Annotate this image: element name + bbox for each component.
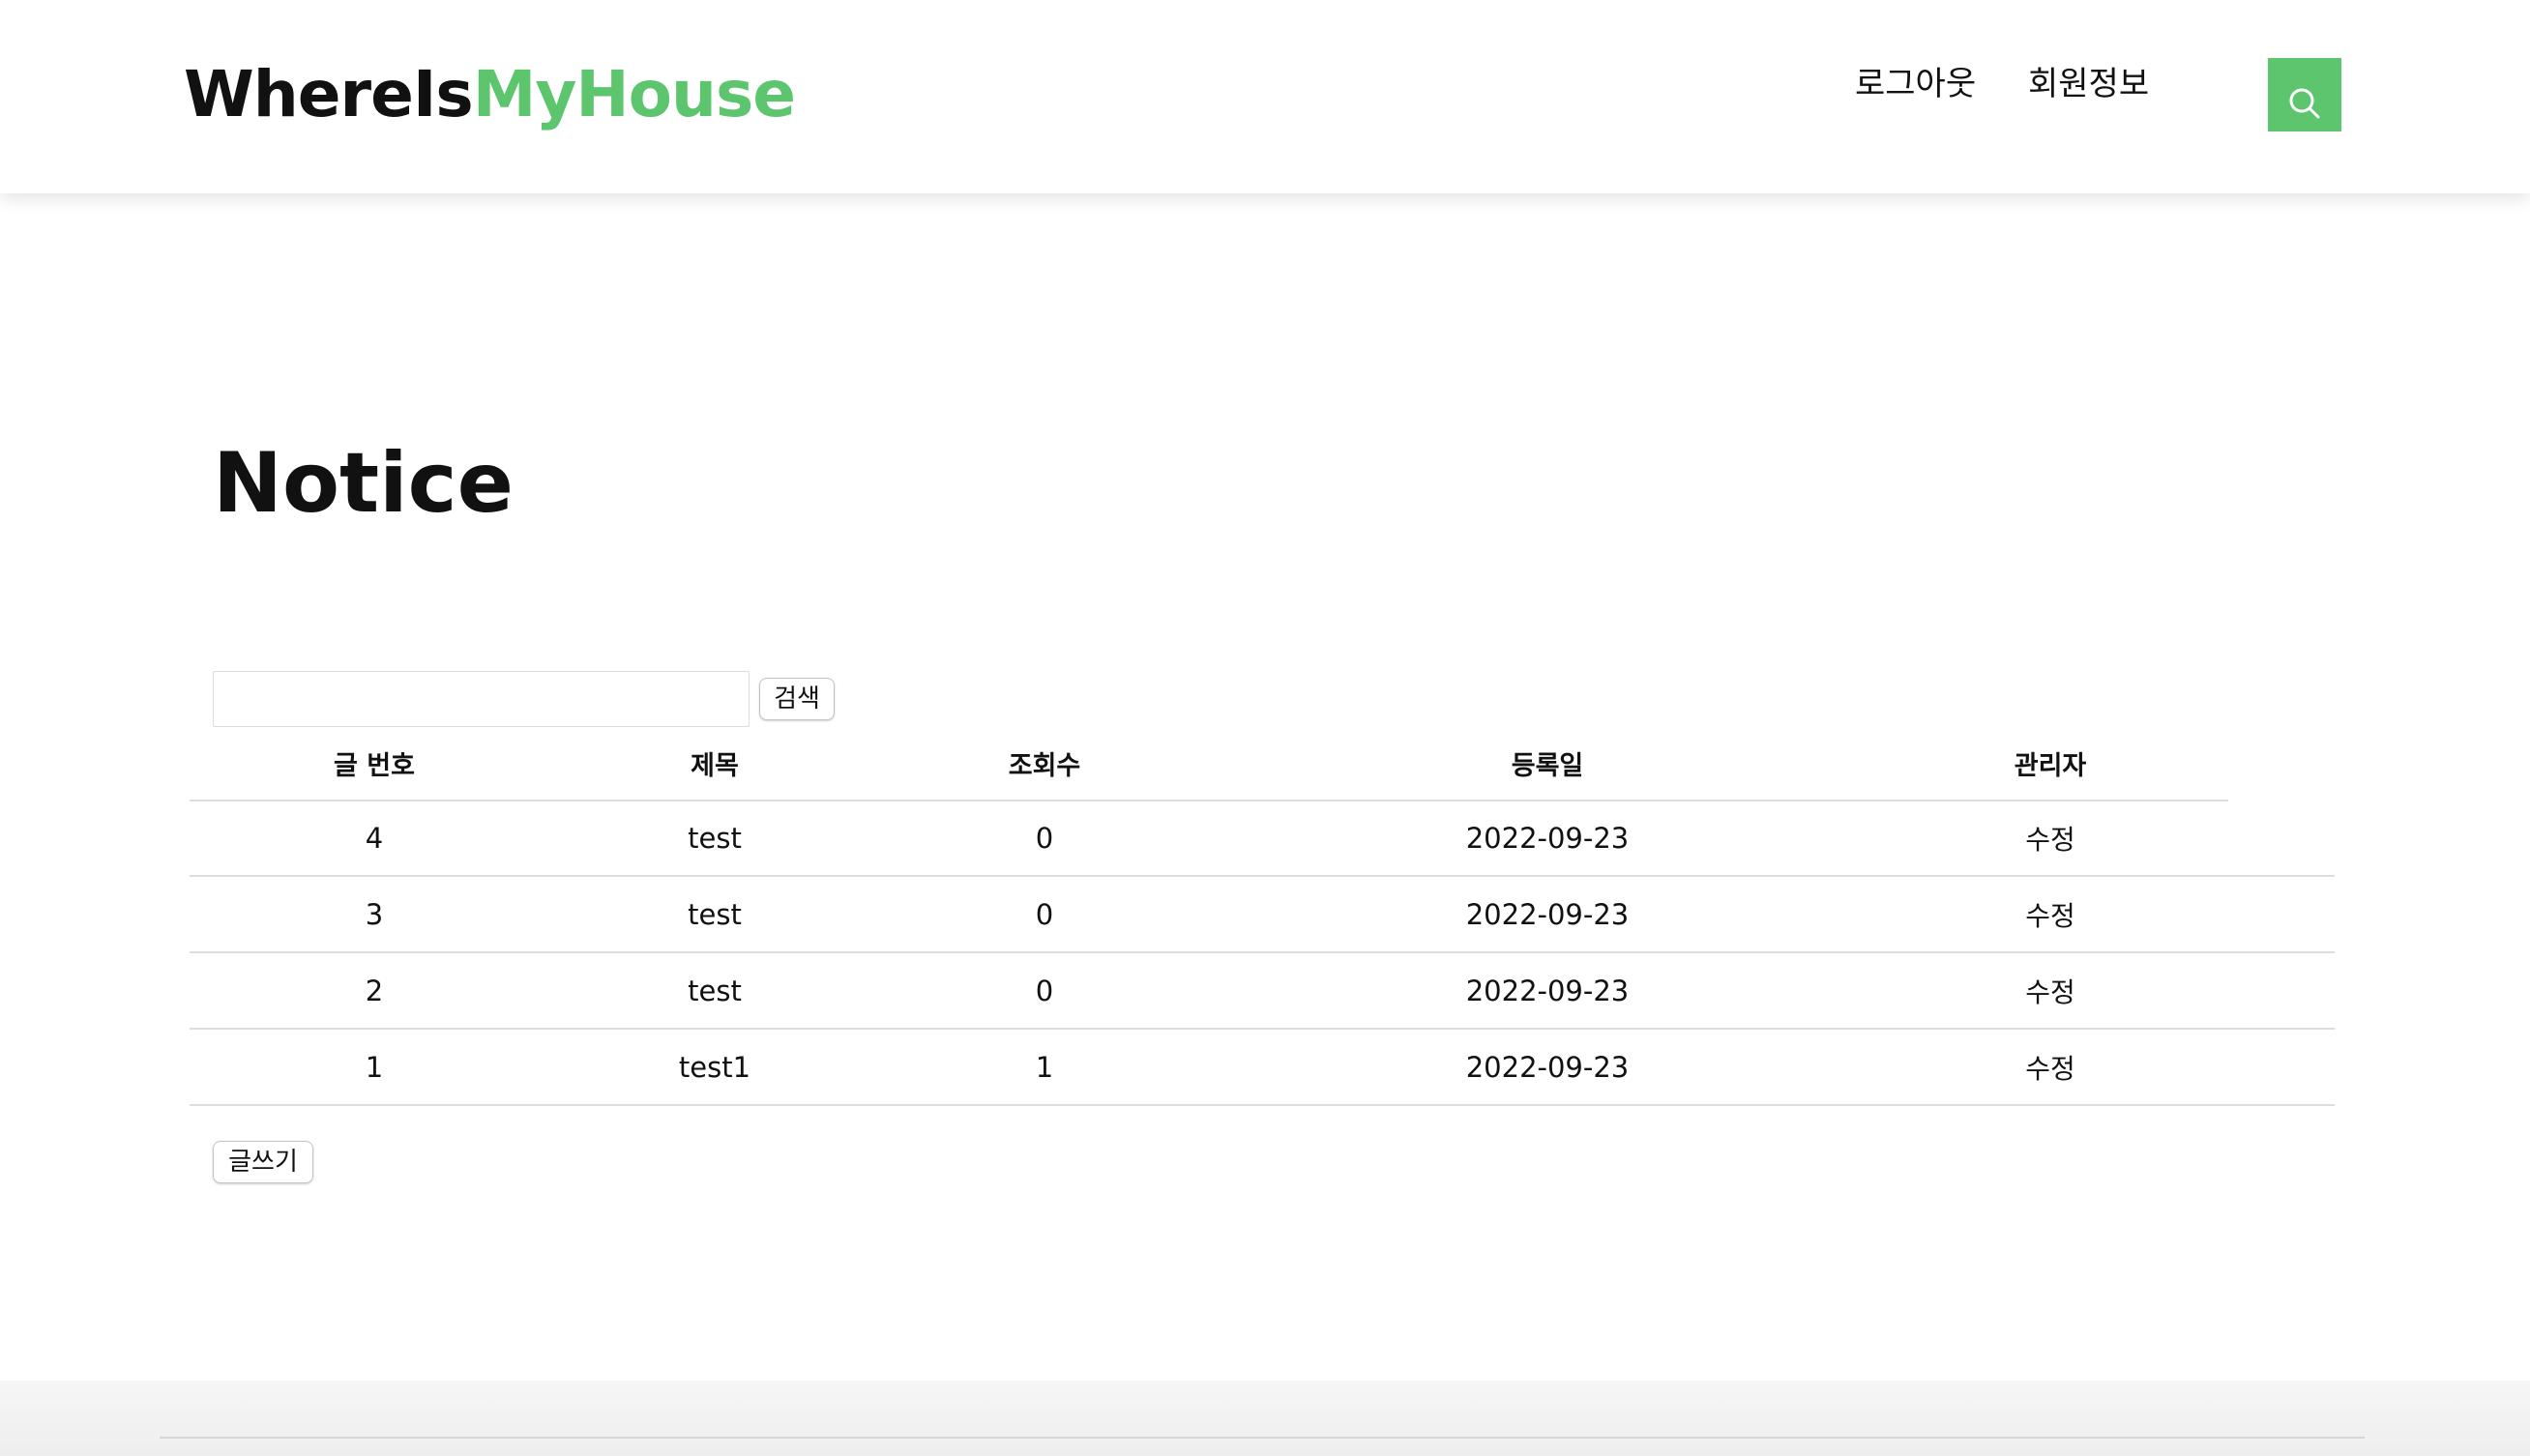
- cell-admin: 수정: [1876, 1029, 2224, 1106]
- cell-title[interactable]: test: [559, 801, 870, 877]
- column-header-date: 등록일: [1511, 750, 1584, 781]
- edit-link[interactable]: 수정: [2025, 824, 2075, 856]
- table-row[interactable]: 4 test 0 2022-09-23 수정: [190, 801, 2335, 877]
- notice-table: 글 번호 제목 조회수 등록일 관리자 4 test 0 2022-09-23 …: [190, 725, 2335, 1106]
- cell-date: 2022-09-23: [1219, 876, 1876, 953]
- site-header: WhereIsMyHouse 로그아웃 회원정보: [0, 0, 2530, 193]
- cell-spacer: [2224, 952, 2335, 1030]
- cell-views: 0: [870, 801, 1219, 877]
- edit-link[interactable]: 수정: [2025, 976, 2075, 1008]
- search-input[interactable]: [213, 671, 750, 727]
- column-header-admin: 관리자: [2014, 750, 2087, 781]
- cell-views: 1: [870, 1029, 1219, 1106]
- cell-number: 3: [190, 876, 559, 953]
- logo-text-myhouse: MyHouse: [472, 57, 796, 131]
- edit-link[interactable]: 수정: [2025, 900, 2075, 932]
- table-header-row: 글 번호 제목 조회수 등록일 관리자: [190, 725, 2335, 801]
- cell-number: 4: [190, 801, 559, 877]
- search-icon: [2268, 84, 2341, 123]
- logo-text-whereis: WhereIs: [184, 57, 474, 131]
- cell-admin: 수정: [1876, 801, 2224, 877]
- cell-date: 2022-09-23: [1219, 1029, 1876, 1106]
- column-header-views: 조회수: [1008, 750, 1081, 781]
- footer-divider: [160, 1437, 2365, 1439]
- cell-title[interactable]: test1: [559, 1029, 870, 1106]
- cell-spacer: [2224, 876, 2335, 953]
- column-header-title: 제목: [691, 750, 739, 781]
- cell-date: 2022-09-23: [1219, 801, 1876, 877]
- cell-title[interactable]: test: [559, 952, 870, 1030]
- cell-views: 0: [870, 952, 1219, 1030]
- column-header-spacer: [2224, 725, 2335, 801]
- table-row[interactable]: 2 test 0 2022-09-23 수정: [190, 952, 2335, 1030]
- cell-number: 1: [190, 1029, 559, 1106]
- nav-logout-link[interactable]: 로그아웃: [1855, 60, 1976, 108]
- cell-date: 2022-09-23: [1219, 952, 1876, 1030]
- cell-admin: 수정: [1876, 876, 2224, 953]
- cell-title[interactable]: test: [559, 876, 870, 953]
- table-row[interactable]: 1 test1 1 2022-09-23 수정: [190, 1029, 2335, 1106]
- cell-views: 0: [870, 876, 1219, 953]
- search-submit-button[interactable]: 검색: [759, 678, 835, 720]
- column-header-number: 글 번호: [334, 750, 415, 781]
- cell-spacer: [2224, 801, 2335, 877]
- cell-spacer: [2224, 1029, 2335, 1106]
- write-post-button[interactable]: 글쓰기: [213, 1141, 313, 1183]
- nav-member-info-link[interactable]: 회원정보: [2028, 60, 2149, 108]
- page-title: Notice: [213, 435, 514, 532]
- edit-link[interactable]: 수정: [2025, 1053, 2075, 1085]
- site-logo[interactable]: WhereIsMyHouse: [184, 56, 796, 133]
- cell-admin: 수정: [1876, 952, 2224, 1030]
- table-row[interactable]: 3 test 0 2022-09-23 수정: [190, 876, 2335, 953]
- cell-number: 2: [190, 952, 559, 1030]
- site-footer: [0, 1381, 2530, 1456]
- header-search-button[interactable]: [2268, 58, 2341, 131]
